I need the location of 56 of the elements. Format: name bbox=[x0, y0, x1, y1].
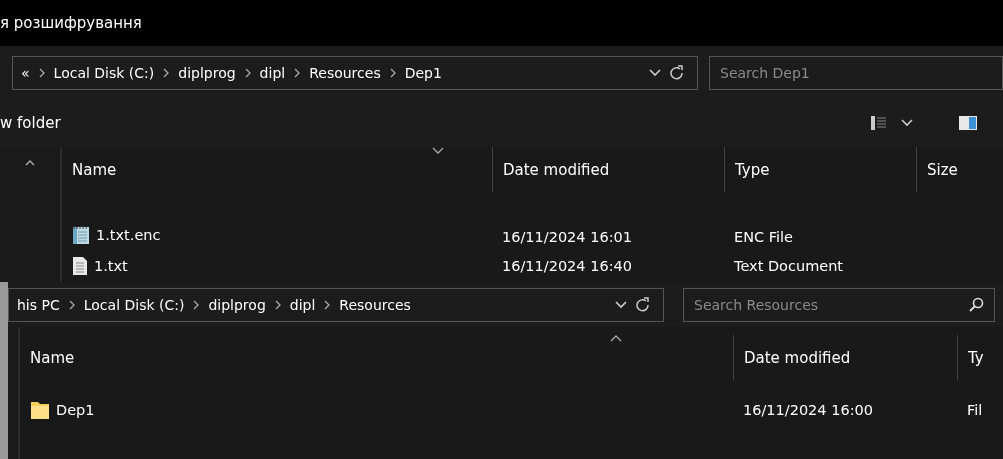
search-field[interactable]: Search Resources bbox=[683, 287, 995, 322]
chevron-right-icon bbox=[38, 67, 45, 78]
chevron-right-icon bbox=[324, 299, 331, 310]
chevron-right-icon bbox=[294, 67, 301, 78]
refresh-icon[interactable] bbox=[670, 64, 684, 81]
type-cell-text: Fil bbox=[966, 402, 984, 418]
breadcrumb[interactable]: his PC bbox=[17, 296, 60, 313]
chevron-right-icon bbox=[389, 67, 396, 78]
type-cell-text: Text Document bbox=[733, 257, 845, 274]
date-cell-text: 16/11/2024 16:00 bbox=[742, 402, 874, 418]
column-header[interactable]: Date modified bbox=[492, 147, 724, 192]
breadcrumb[interactable]: diplprog bbox=[178, 64, 236, 81]
search-icon[interactable] bbox=[969, 297, 984, 312]
dropdown-icon[interactable] bbox=[901, 119, 913, 128]
address-bar[interactable]: « Local Disk (C:) diplprog dipl Resources Dep1 bbox=[12, 55, 698, 90]
file-name[interactable]: 1.txt bbox=[62, 255, 492, 276]
sort-caret-icon bbox=[432, 147, 444, 154]
type-cell-text: ENC File bbox=[733, 229, 794, 245]
column-header[interactable]: Ty bbox=[957, 335, 1003, 380]
breadcrumb[interactable]: Resources bbox=[339, 296, 411, 313]
view-options-icon[interactable] bbox=[871, 115, 887, 132]
preview-pane-icon[interactable] bbox=[959, 116, 977, 131]
breadcrumb[interactable]: diplprog bbox=[208, 296, 266, 313]
dropdown-icon[interactable] bbox=[649, 68, 661, 77]
chevron-right-icon bbox=[274, 299, 281, 310]
breadcrumb[interactable]: « bbox=[21, 64, 30, 81]
column-header[interactable]: Name bbox=[20, 335, 733, 380]
column-header[interactable]: Size bbox=[916, 147, 1003, 192]
document-icon bbox=[72, 255, 88, 276]
collapse-caret-icon[interactable] bbox=[25, 159, 35, 166]
column-header[interactable]: Type bbox=[724, 147, 916, 192]
file-name[interactable]: 1.txt.enc bbox=[62, 225, 492, 245]
date-cell-text: 16/11/2024 16:01 bbox=[501, 229, 633, 245]
breadcrumb[interactable]: dipl bbox=[259, 64, 286, 81]
address-bar[interactable]: his PC Local Disk (C:) diplprog dipl Resources bbox=[8, 287, 664, 322]
chevron-right-icon bbox=[244, 67, 251, 78]
window-title: я розшифрування bbox=[0, 13, 142, 32]
dropdown-icon[interactable] bbox=[615, 300, 627, 309]
new-folder-button[interactable]: w folder bbox=[0, 114, 61, 133]
breadcrumb[interactable]: Resources bbox=[309, 64, 381, 81]
chevron-right-icon bbox=[68, 299, 75, 310]
breadcrumb[interactable]: Local Disk (C:) bbox=[53, 64, 155, 81]
column-header[interactable]: Name bbox=[62, 147, 492, 192]
column-header[interactable]: Date modified bbox=[733, 335, 957, 380]
chevron-right-icon bbox=[193, 299, 200, 310]
file-name[interactable]: Dep1 bbox=[20, 400, 733, 420]
search-field[interactable]: Search Dep1 bbox=[709, 55, 1003, 90]
breadcrumb[interactable]: Local Disk (C:) bbox=[83, 296, 185, 313]
refresh-icon[interactable] bbox=[636, 296, 650, 313]
date-cell-text: 16/11/2024 16:40 bbox=[501, 257, 633, 274]
breadcrumb[interactable]: dipl bbox=[289, 296, 316, 313]
chevron-right-icon bbox=[163, 67, 170, 78]
sort-caret-icon bbox=[610, 335, 622, 342]
folder-icon bbox=[30, 400, 50, 420]
notepad-icon bbox=[72, 225, 90, 245]
breadcrumb[interactable]: Dep1 bbox=[404, 64, 442, 81]
